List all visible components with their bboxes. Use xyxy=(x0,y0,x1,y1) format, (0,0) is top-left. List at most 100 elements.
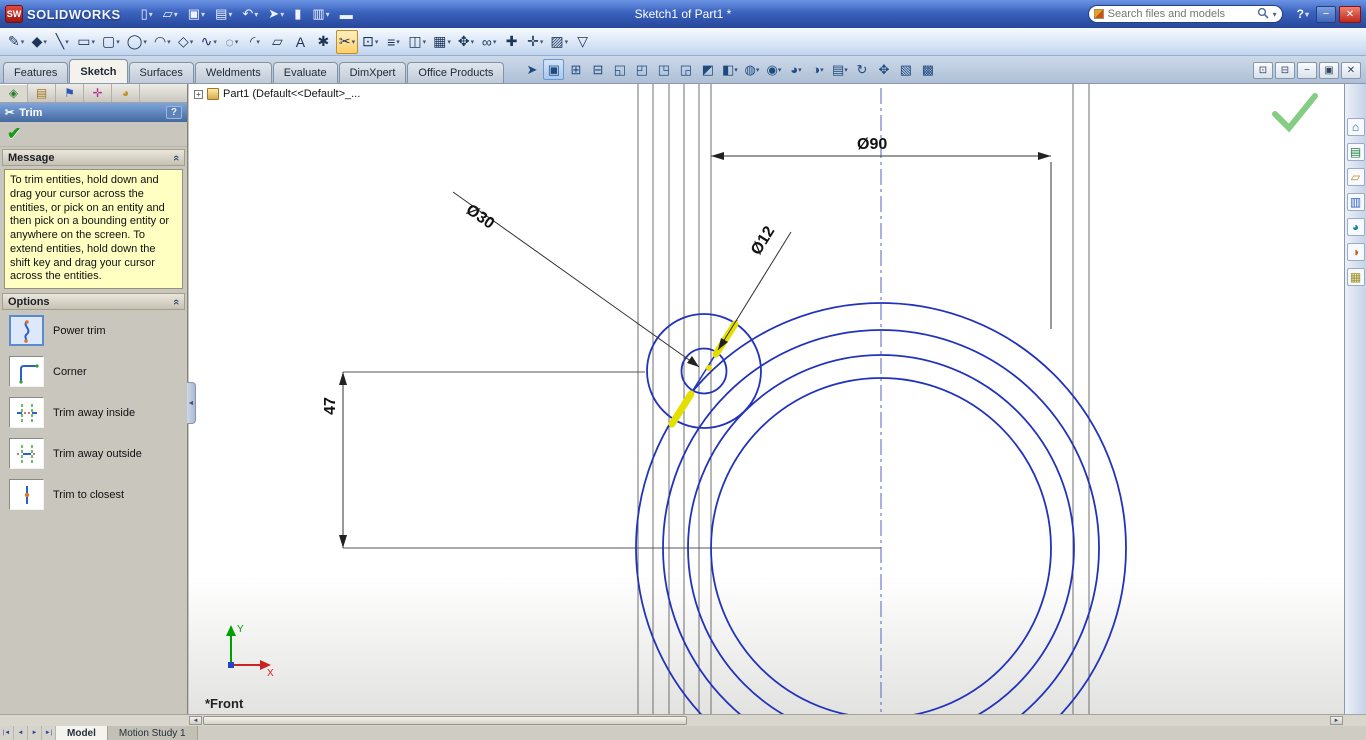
trim-away-outside-icon[interactable] xyxy=(9,438,44,469)
open-button[interactable]: ▱▾ xyxy=(159,3,182,25)
tab-evaluate[interactable]: Evaluate xyxy=(273,62,338,83)
scroll-left-button[interactable]: ◄ xyxy=(189,716,202,725)
search-box[interactable]: ▾ xyxy=(1088,5,1283,23)
view-palette-button[interactable]: ◕ xyxy=(1347,218,1365,236)
print-button[interactable]: ▤▾ xyxy=(211,3,236,25)
option-corner[interactable]: Corner xyxy=(0,351,187,392)
doc-tile-button[interactable]: ⊡ xyxy=(1253,62,1273,79)
full-screen-button[interactable]: ▩ xyxy=(917,59,938,80)
dimension-47[interactable]: 47 xyxy=(322,372,347,548)
design-library-button[interactable]: ▤ xyxy=(1347,143,1365,161)
construction-lines[interactable] xyxy=(638,84,1089,714)
option-trim-to-closest[interactable]: Trim to closest xyxy=(0,474,187,515)
undo-button[interactable]: ↶▾ xyxy=(238,3,262,25)
corner-rectangle-button[interactable]: ▭▾ xyxy=(74,30,98,54)
pan-button[interactable]: ✥ xyxy=(873,59,894,80)
horizontal-scrollbar[interactable]: ◄ ► xyxy=(0,714,1366,726)
view-settings-button[interactable]: ▤▾ xyxy=(829,59,850,80)
spline-button[interactable]: ∿▾ xyxy=(198,30,220,54)
corner-trim-icon[interactable] xyxy=(9,356,44,387)
doc-restore-button[interactable]: ▣ xyxy=(1319,62,1339,79)
help-button[interactable]: ?▾ xyxy=(1293,3,1313,25)
scroll-right-button[interactable]: ► xyxy=(1330,716,1343,725)
view-orientation-button[interactable]: ◧▾ xyxy=(719,59,740,80)
select-arrow-button[interactable]: ➤ xyxy=(521,59,542,80)
centerpoint-arc-button[interactable]: ◠▾ xyxy=(151,30,174,54)
sketch-fillet-button[interactable]: ◜▾ xyxy=(244,30,266,54)
repair-sketch-button[interactable]: ✚ xyxy=(501,30,523,54)
scrollbar-thumb[interactable] xyxy=(203,716,687,725)
search-icon[interactable] xyxy=(1257,7,1269,22)
option-trim-away-outside[interactable]: Trim away outside xyxy=(0,433,187,474)
polygon-button[interactable]: ◇▾ xyxy=(175,30,197,54)
option-power-trim[interactable]: Power trim xyxy=(0,310,187,351)
sketch-picture-button[interactable]: ▨▾ xyxy=(547,30,571,54)
dimension-label-d90[interactable]: Ø90 xyxy=(857,136,887,153)
options-button[interactable]: ▥▾ xyxy=(308,3,333,25)
power-trim-icon[interactable] xyxy=(9,315,44,346)
move-entities-button[interactable]: ✥▾ xyxy=(455,30,477,54)
motion-study-tab[interactable]: Motion Study 1 xyxy=(108,726,198,740)
linear-pattern-button[interactable]: ▦▾ xyxy=(430,30,454,54)
ellipse-button[interactable]: ◌▾ xyxy=(221,30,243,54)
trim-entities-button[interactable]: ✂▾ xyxy=(336,30,358,54)
model-tab[interactable]: Model xyxy=(56,726,108,740)
section-view-button[interactable]: ◩ xyxy=(697,59,718,80)
search-results-button[interactable]: ▥ xyxy=(1347,193,1365,211)
file-properties-button[interactable]: ▬ xyxy=(336,3,358,25)
confirmation-corner-ok-icon[interactable] xyxy=(1275,96,1315,128)
tab-dimxpert[interactable]: DimXpert xyxy=(339,62,407,83)
dimension-label-47[interactable]: 47 xyxy=(322,397,339,415)
quick-snaps-button[interactable]: ✛▾ xyxy=(524,30,546,54)
custom-properties-button[interactable]: ▦ xyxy=(1347,268,1365,286)
message-group-header[interactable]: Message « xyxy=(2,149,185,166)
selection-filter-button[interactable]: ▽ xyxy=(572,30,594,54)
solidworks-resources-button[interactable]: ⌂ xyxy=(1347,118,1365,136)
sketch-circle-12[interactable] xyxy=(682,349,727,394)
tab-scroll-last-button[interactable]: ►| xyxy=(42,726,56,740)
zoom-area-button[interactable]: ⊞ xyxy=(565,59,586,80)
tab-scroll-prev-button[interactable]: ◄ xyxy=(14,726,28,740)
new-document-button[interactable]: ▯▾ xyxy=(137,3,157,25)
plane-button[interactable]: ▱ xyxy=(267,30,289,54)
minimize-button[interactable]: − xyxy=(1316,6,1336,23)
tab-office-products[interactable]: Office Products xyxy=(407,62,504,83)
convert-entities-button[interactable]: ⊡▾ xyxy=(359,30,381,54)
trim-to-closest-icon[interactable] xyxy=(9,479,44,510)
point-button[interactable]: ✱ xyxy=(313,30,335,54)
tab-features[interactable]: Features xyxy=(3,62,68,83)
configuration-manager-tab[interactable]: ⚑ xyxy=(56,84,84,102)
hide-show-items-button[interactable]: ◉▾ xyxy=(763,59,784,80)
dimension-label-d12[interactable]: Ø12 xyxy=(748,223,778,258)
top-view-button[interactable]: ◰ xyxy=(631,59,652,80)
tab-scroll-next-button[interactable]: ► xyxy=(28,726,42,740)
offset-entities-button[interactable]: ≡▾ xyxy=(382,30,404,54)
save-button[interactable]: ▣▾ xyxy=(184,3,209,25)
feature-manager-tab[interactable]: ▤ xyxy=(28,84,56,102)
doc-cascade-button[interactable]: ⊟ xyxy=(1275,62,1295,79)
doc-close-button[interactable]: ✕ xyxy=(1341,62,1361,79)
tab-weldments[interactable]: Weldments xyxy=(195,62,272,83)
right-view-button[interactable]: ◳ xyxy=(653,59,674,80)
appearances-scenes-button[interactable]: ◑ xyxy=(1347,243,1365,261)
rotate-view-button[interactable]: ↻ xyxy=(851,59,872,80)
dimension-label-d30[interactable]: Ø30 xyxy=(463,201,498,232)
previous-view-button[interactable]: ⊟ xyxy=(587,59,608,80)
smart-dimension-button[interactable]: ◆▾ xyxy=(28,30,50,54)
close-button[interactable]: ✕ xyxy=(1339,6,1361,23)
search-caret-icon[interactable]: ▾ xyxy=(1273,10,1277,19)
3d-drawing-view-button[interactable]: ▧ xyxy=(895,59,916,80)
ok-button[interactable]: ✔ xyxy=(7,124,21,144)
option-trim-away-inside[interactable]: Trim away inside xyxy=(0,392,187,433)
tree-expand-icon[interactable]: + xyxy=(194,90,203,99)
circle-button[interactable]: ◯▾ xyxy=(124,30,150,54)
feature-tree-flyout[interactable]: + Part1 (Default<<Default>_... xyxy=(194,88,360,100)
mirror-entities-button[interactable]: ◫▾ xyxy=(405,30,429,54)
panel-splitter-handle[interactable]: ◄ xyxy=(187,382,196,424)
collapse-chevron-icon[interactable]: « xyxy=(170,298,182,304)
text-button[interactable]: A xyxy=(290,30,312,54)
collapse-chevron-icon[interactable]: « xyxy=(170,154,182,160)
dimension-d30[interactable]: Ø30 xyxy=(453,192,699,367)
trim-away-inside-icon[interactable] xyxy=(9,397,44,428)
highlighted-point[interactable] xyxy=(706,365,712,371)
